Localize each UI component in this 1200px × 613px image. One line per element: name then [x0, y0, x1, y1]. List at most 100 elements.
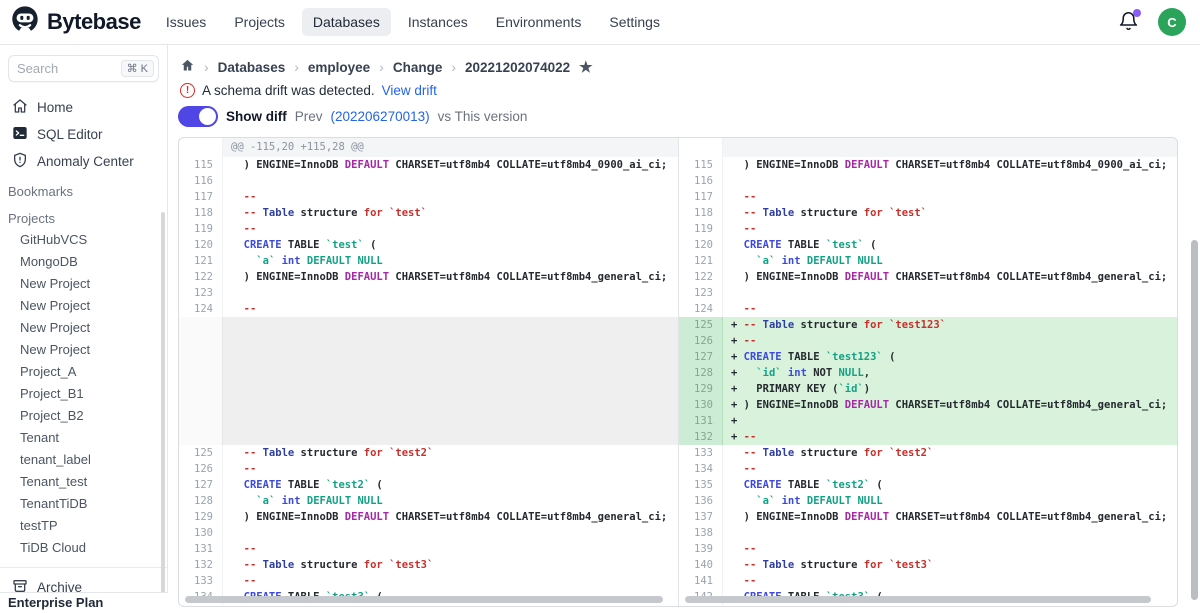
- sidebar-project-item[interactable]: Project_B2: [0, 405, 167, 427]
- diff-row: 125+ -- Table structure for `test123`: [679, 317, 1177, 333]
- code-line: --: [223, 573, 678, 589]
- line-number: 116: [679, 173, 723, 189]
- view-drift-link[interactable]: View drift: [382, 83, 437, 98]
- diff-row: [679, 138, 1177, 157]
- code-line: [723, 285, 1177, 301]
- nav-item-projects[interactable]: Projects: [223, 8, 296, 36]
- diff-row: 134 --: [679, 461, 1177, 477]
- sidebar-item-home[interactable]: Home: [0, 94, 167, 121]
- diff-row: [179, 381, 678, 397]
- code-line: + -- Table structure for `test123`: [723, 317, 1177, 333]
- nav-item-settings[interactable]: Settings: [598, 8, 671, 36]
- line-number: [179, 365, 223, 381]
- sidebar-project-item[interactable]: MongoDB: [0, 251, 167, 273]
- code-line: CREATE TABLE `test` (: [723, 237, 1177, 253]
- breadcrumb-item[interactable]: employee: [308, 60, 370, 75]
- line-number: 128: [679, 365, 723, 381]
- sidebar-project-item[interactable]: New Project: [0, 273, 167, 295]
- code-line: + --: [723, 333, 1177, 349]
- code-line: CREATE TABLE `test2` (: [723, 477, 1177, 493]
- sidebar-project-item[interactable]: Project_A: [0, 361, 167, 383]
- diff-row: [179, 349, 678, 365]
- code-line: --: [223, 221, 678, 237]
- horizontal-scrollbar-right[interactable]: [685, 596, 1151, 603]
- sidebar-project-item[interactable]: testTP: [0, 515, 167, 537]
- diff-row: 116: [179, 173, 678, 189]
- sidebar-item-anomaly-center[interactable]: Anomaly Center: [0, 148, 167, 175]
- diff-row: [179, 333, 678, 349]
- diff-row: [179, 365, 678, 381]
- show-diff-toggle[interactable]: [178, 106, 218, 127]
- breadcrumb-item[interactable]: 20221202074022: [465, 60, 570, 75]
- nav-item-issues[interactable]: Issues: [155, 8, 217, 36]
- diff-row: 117 --: [179, 189, 678, 205]
- sidebar-project-item[interactable]: GitHubVCS: [0, 229, 167, 251]
- diff-row: [179, 397, 678, 413]
- diff-row: 116: [679, 173, 1177, 189]
- warning-icon: !: [180, 83, 195, 98]
- code-line: ) ENGINE=InnoDB DEFAULT CHARSET=utf8mb4 …: [723, 509, 1177, 525]
- bell-icon: [1118, 19, 1139, 36]
- sidebar-project-item[interactable]: Project_B1: [0, 383, 167, 405]
- diff-row: 122 ) ENGINE=InnoDB DEFAULT CHARSET=utf8…: [679, 269, 1177, 285]
- code-line: CREATE TABLE `test2` (: [223, 477, 678, 493]
- project-list: GitHubVCSMongoDBNew ProjectNew ProjectNe…: [0, 229, 167, 559]
- nav-item-environments[interactable]: Environments: [485, 8, 593, 36]
- prev-version-link[interactable]: (202206270013): [331, 109, 430, 124]
- sidebar-project-item[interactable]: tenant_label: [0, 449, 167, 471]
- brand[interactable]: Bytebase: [0, 5, 155, 40]
- line-number: 122: [179, 269, 223, 285]
- sidebar-project-item[interactable]: TenantTiDB: [0, 493, 167, 515]
- diff-row: 126+ --: [679, 333, 1177, 349]
- nav-item-instances[interactable]: Instances: [397, 8, 479, 36]
- diff-row: 125 -- Table structure for `test2`: [179, 445, 678, 461]
- sidebar-project-item[interactable]: New Project: [0, 295, 167, 317]
- code-line: [223, 413, 678, 429]
- window-scrollbar[interactable]: [1191, 240, 1198, 600]
- sidebar-project-item[interactable]: New Project: [0, 339, 167, 361]
- diff-pane-right: 115 ) ENGINE=InnoDB DEFAULT CHARSET=utf8…: [678, 138, 1177, 606]
- sidebar-item-sql-editor[interactable]: SQL Editor: [0, 121, 167, 148]
- diff-row: 128+ `id` int NOT NULL,: [679, 365, 1177, 381]
- line-number: 124: [179, 301, 223, 317]
- diff-row: 115 ) ENGINE=InnoDB DEFAULT CHARSET=utf8…: [179, 157, 678, 173]
- nav-item-databases[interactable]: Databases: [302, 8, 391, 36]
- code-line: + ) ENGINE=InnoDB DEFAULT CHARSET=utf8mb…: [723, 397, 1177, 413]
- code-line: ) ENGINE=InnoDB DEFAULT CHARSET=utf8mb4 …: [223, 269, 678, 285]
- code-line: --: [723, 301, 1177, 317]
- diff-row: 130+ ) ENGINE=InnoDB DEFAULT CHARSET=utf…: [679, 397, 1177, 413]
- line-number: 124: [679, 301, 723, 317]
- schema-drift-banner: ! A schema drift was detected. View drif…: [180, 83, 437, 98]
- notifications-button[interactable]: [1118, 11, 1140, 33]
- diff-row: 122 ) ENGINE=InnoDB DEFAULT CHARSET=utf8…: [179, 269, 678, 285]
- line-number: 115: [179, 157, 223, 173]
- horizontal-scrollbar-left[interactable]: [185, 596, 663, 603]
- breadcrumb-item[interactable]: Databases: [218, 60, 286, 75]
- breadcrumb-item[interactable]: Change: [393, 60, 443, 75]
- diff-row: 123: [179, 285, 678, 301]
- breadcrumb-home-icon[interactable]: [180, 58, 195, 76]
- bookmark-star-icon[interactable]: ★: [579, 58, 592, 76]
- code-line: [223, 397, 678, 413]
- line-number: 133: [179, 573, 223, 589]
- line-number: [179, 381, 223, 397]
- line-number: 119: [679, 221, 723, 237]
- code-line: -- Table structure for `test`: [723, 205, 1177, 221]
- sidebar-project-item[interactable]: TiDB Cloud: [0, 537, 167, 559]
- search-input[interactable]: Search ⌘ K: [8, 55, 159, 82]
- sidebar-project-item[interactable]: New Project: [0, 317, 167, 339]
- sidebar-project-item[interactable]: Tenant: [0, 427, 167, 449]
- sidebar-project-item[interactable]: Tenant_test: [0, 471, 167, 493]
- code-line: + `id` int NOT NULL,: [723, 365, 1177, 381]
- line-number: [179, 413, 223, 429]
- line-number: 128: [179, 493, 223, 509]
- line-number: 138: [679, 525, 723, 541]
- code-line: --: [723, 189, 1177, 205]
- diff-pane-left: @@ -115,20 +115,28 @@115 ) ENGINE=InnoDB…: [179, 138, 678, 606]
- line-number: 131: [179, 541, 223, 557]
- sidebar-scrollbar[interactable]: [161, 212, 165, 600]
- line-number: 116: [179, 173, 223, 189]
- avatar[interactable]: C: [1158, 8, 1186, 36]
- diff-row: 120 CREATE TABLE `test` (: [679, 237, 1177, 253]
- line-number: 131: [679, 413, 723, 429]
